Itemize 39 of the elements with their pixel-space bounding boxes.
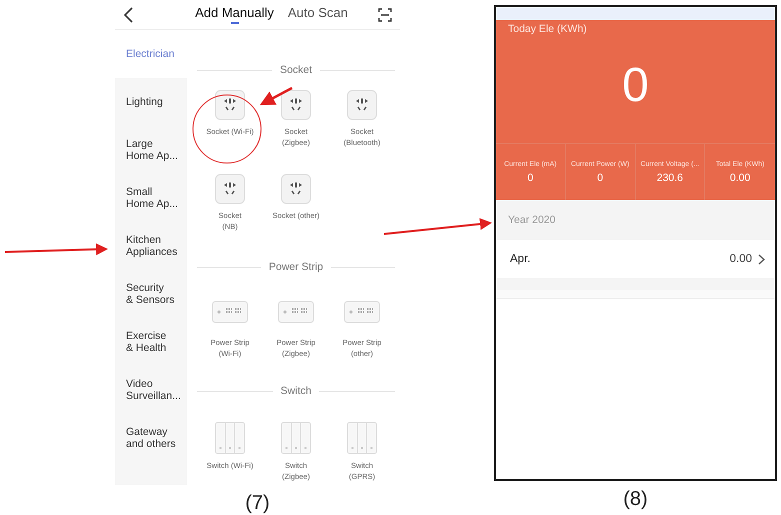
socket-icon [281,174,311,204]
category-item[interactable]: Small Home Ap... [115,174,187,222]
power-strip-icon [344,301,380,323]
section-title: Power Strip [268,261,324,273]
power-strip-icon [278,301,314,323]
power-strip-icon [212,301,248,323]
tab[interactable]: Auto Scan [288,5,348,24]
category-item[interactable]: Electrician [115,30,187,78]
wall-switch-icon [215,422,245,454]
category-item[interactable]: Large Home Ap... [115,126,187,174]
socket-icon [347,90,377,120]
socket-icon [281,90,311,120]
section-title: Switch [280,385,312,397]
highlight-circle [192,94,262,164]
scan-icon[interactable] [378,8,392,22]
category-item[interactable]: Security & Sensors [115,270,187,318]
wall-switch-icon [347,422,377,454]
today-value: 0 [622,58,649,112]
chevron-right-icon [758,254,765,264]
category-item[interactable]: Lighting [115,78,187,126]
section-title: Socket [280,64,312,76]
year-header: Year 2020 [496,200,775,240]
category-item[interactable]: Kitchen Appliances [115,222,187,270]
socket-icon [215,174,245,204]
figure-caption: (8) [623,487,648,511]
category-item[interactable]: Exercise & Health [115,318,187,366]
stat-value: 0 [527,172,534,184]
tab[interactable]: Add Manually [195,5,274,24]
wall-switch-icon [281,422,311,454]
figure-caption: (7) [245,491,270,515]
annotation-arrow [260,86,293,106]
back-icon[interactable] [123,6,135,22]
stat-value: 230.6 [656,172,684,184]
today-label: Today Ele (KWh) [507,22,588,35]
socket-icon [215,90,245,120]
category-item[interactable]: Video Surveillan... [115,366,187,414]
category-item[interactable]: Gateway and others [115,414,187,462]
stat-value: 0 [597,172,604,184]
stat-value: 0.00 [730,172,750,184]
